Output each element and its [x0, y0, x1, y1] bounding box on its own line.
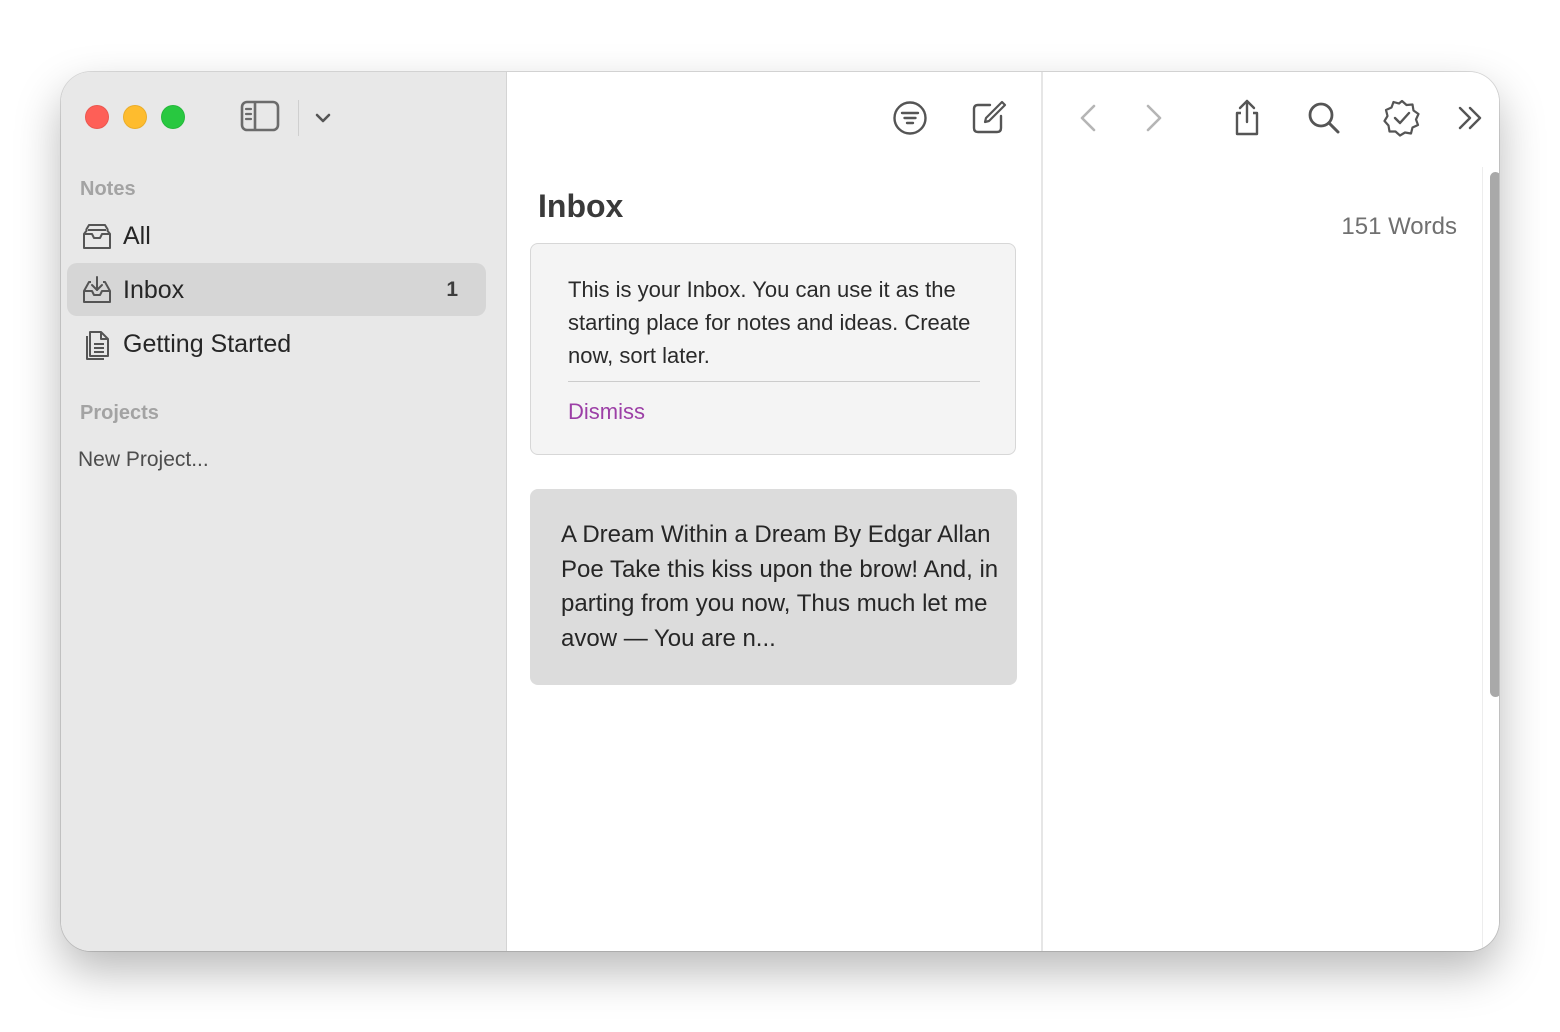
tray-stack-icon	[81, 221, 113, 253]
notes-section-heading: Notes	[80, 178, 136, 200]
sidebar-item-all[interactable]: All	[67, 209, 486, 262]
inbox-count-badge: 1	[446, 278, 458, 301]
zoom-window-button[interactable]	[161, 105, 185, 129]
compose-icon[interactable]	[968, 98, 1008, 138]
app-window: Notes All Inbox 1 Getting Started Projec…	[61, 72, 1499, 951]
note-list-item[interactable]: A Dream Within a Dream By Edgar Allan Po…	[530, 489, 1017, 685]
filter-icon[interactable]	[890, 98, 930, 138]
sidebar-item-label: Getting Started	[123, 330, 292, 358]
sidebar-toggle-icon[interactable]	[240, 100, 280, 132]
sidebar: Notes All Inbox 1 Getting Started Projec…	[61, 72, 507, 951]
sidebar-item-label: All	[123, 222, 151, 250]
note-snippet: A Dream Within a Dream By Edgar Allan Po…	[561, 521, 999, 652]
document-icon	[81, 329, 113, 361]
callout-divider	[568, 381, 980, 382]
new-project-button[interactable]: New Project...	[78, 448, 209, 472]
note-list-pane: Inbox This is your Inbox. You can use it…	[507, 72, 1041, 951]
page-title: Inbox	[538, 188, 624, 224]
inbox-info-callout: This is your Inbox. You can use it as th…	[530, 243, 1016, 455]
chevron-down-icon[interactable]	[313, 108, 333, 128]
scrollbar-thumb[interactable]	[1490, 172, 1499, 697]
editor-pane: 151 Words	[1041, 72, 1499, 951]
verified-badge-icon[interactable]	[1382, 98, 1422, 138]
forward-arrow-icon[interactable]	[1134, 98, 1174, 138]
search-icon[interactable]	[1304, 98, 1344, 138]
scrollbar-track	[1482, 167, 1483, 951]
dismiss-button[interactable]: Dismiss	[568, 399, 645, 425]
projects-section-heading: Projects	[80, 402, 159, 424]
callout-text: This is your Inbox. You can use it as th…	[568, 277, 971, 368]
sidebar-item-label: Inbox	[123, 276, 185, 304]
inbox-tray-icon	[81, 275, 113, 307]
word-count[interactable]: 151 Words	[1341, 213, 1457, 241]
more-chevrons-icon[interactable]	[1451, 98, 1491, 138]
minimize-window-button[interactable]	[123, 105, 147, 129]
back-arrow-icon[interactable]	[1068, 98, 1108, 138]
close-window-button[interactable]	[85, 105, 109, 129]
share-icon[interactable]	[1227, 98, 1267, 138]
toolbar-divider	[298, 100, 299, 136]
sidebar-item-getting-started[interactable]: Getting Started	[67, 317, 486, 370]
sidebar-item-inbox[interactable]: Inbox 1	[67, 263, 486, 316]
